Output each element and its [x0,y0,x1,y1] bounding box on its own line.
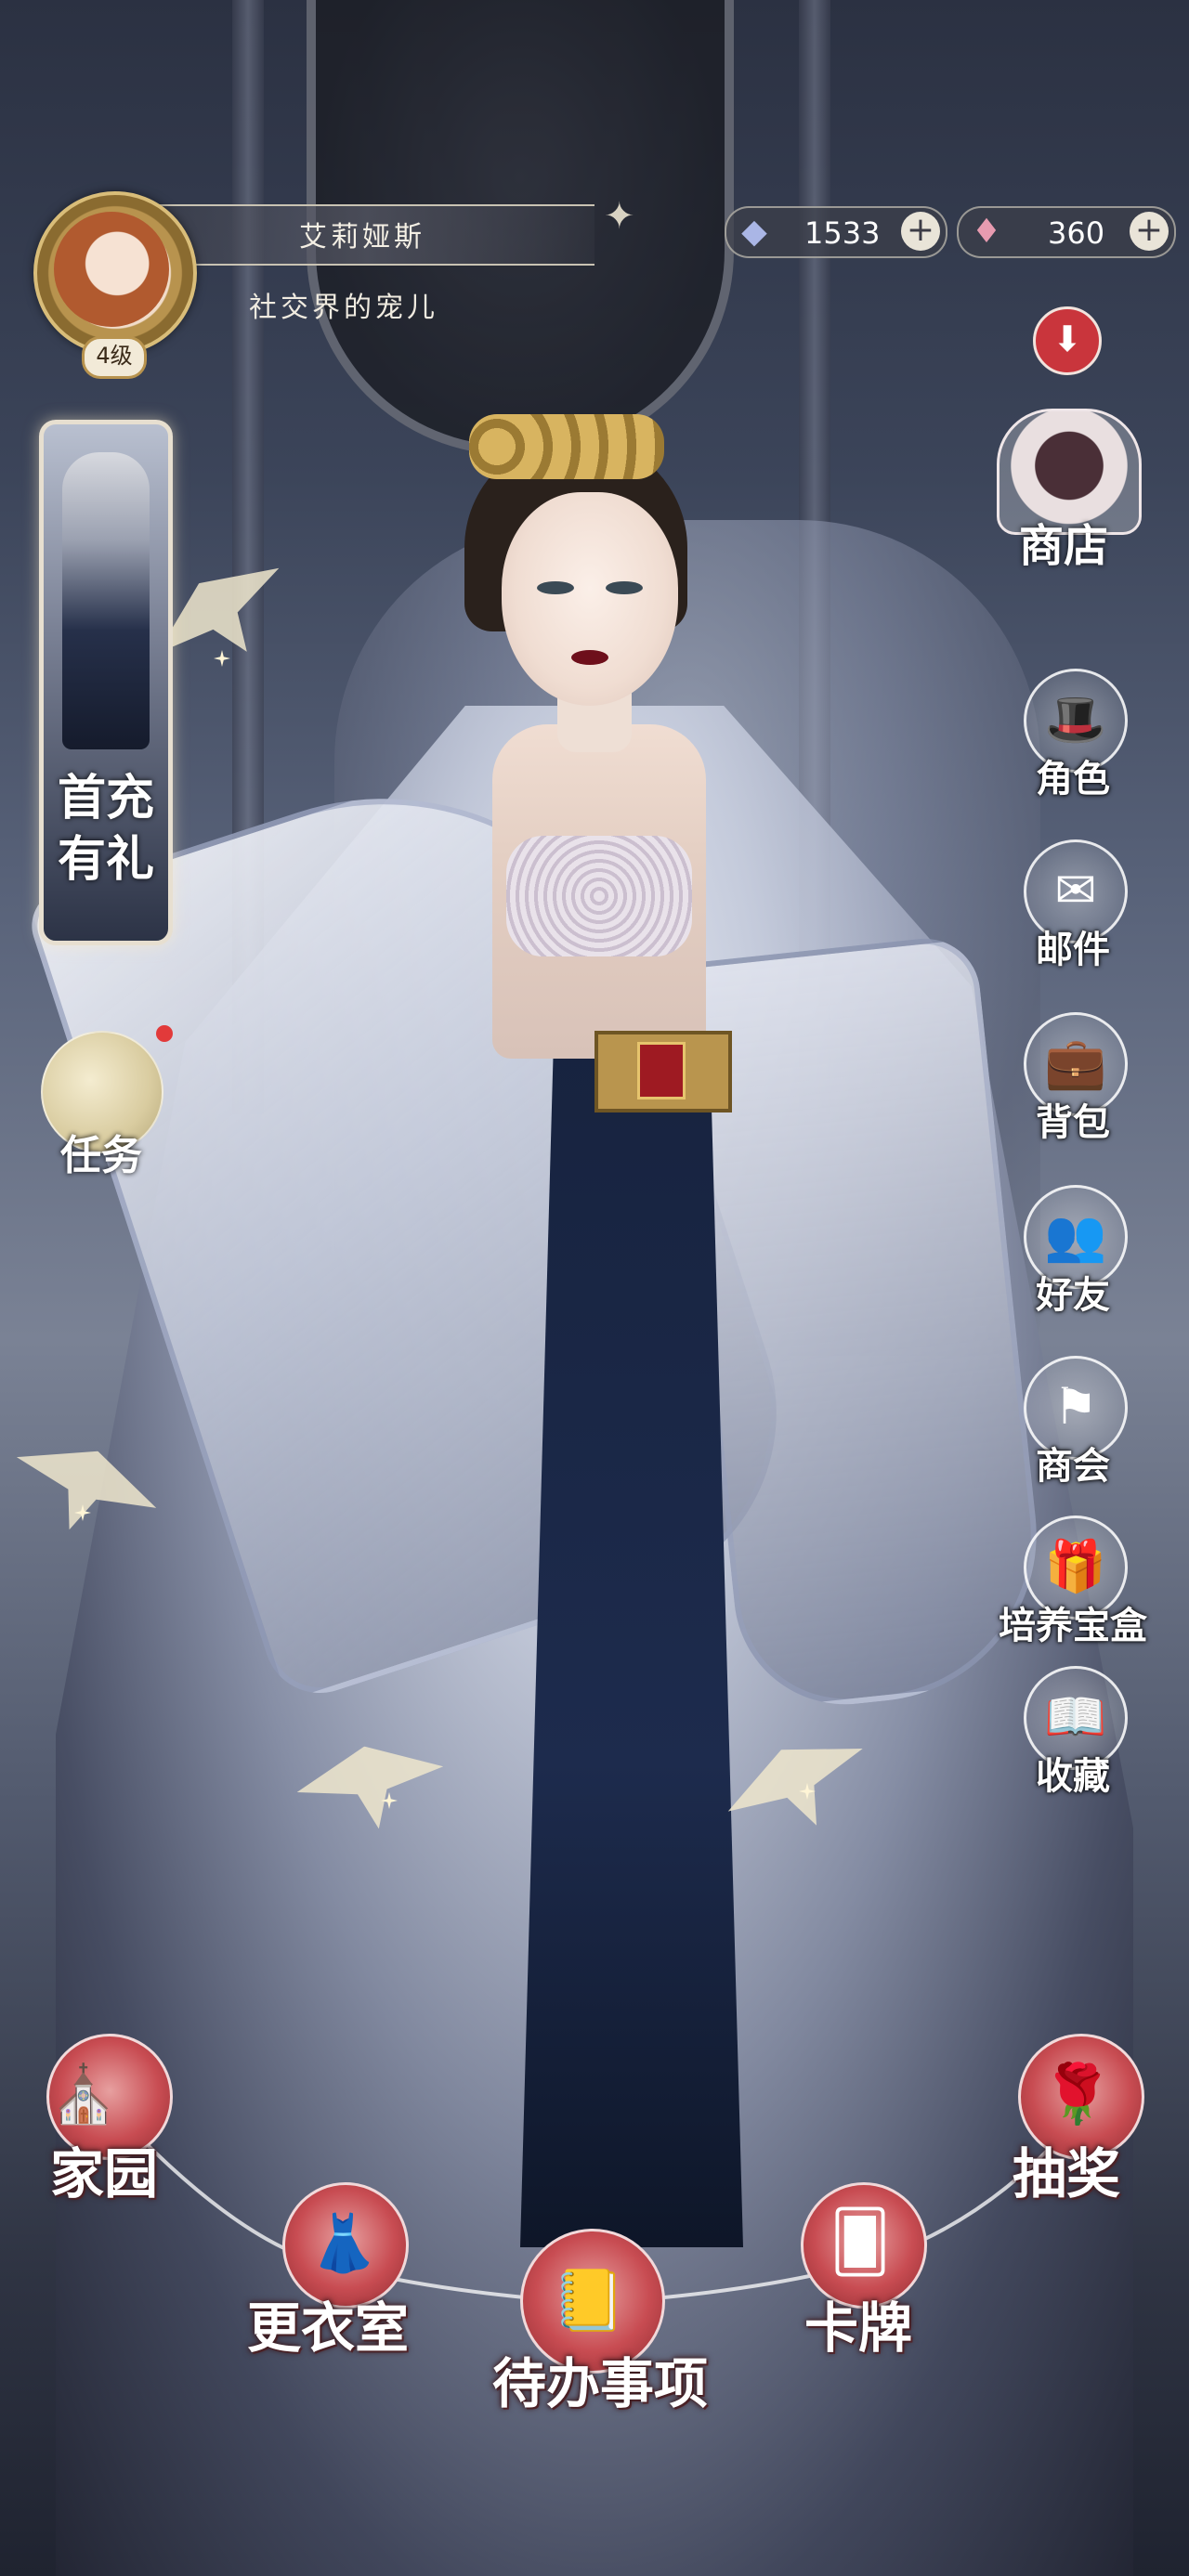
nav-label: 卡牌 [804,2296,913,2360]
nav-label: 家园 [50,2142,159,2205]
nav-todo[interactable]: 📒 待办事项 [492,2229,715,2415]
window-arch-icon: ⛪ [48,2062,119,2127]
nav-wardrobe[interactable]: 👗 更衣室 [242,2182,446,2368]
nav-label: 更衣室 [247,2296,410,2360]
nav-label: 抽奖 [1013,2142,1121,2205]
dress-form-icon: 👗 [308,2211,379,2276]
card-silhouette-icon: 🂠 [830,2208,891,2277]
nav-cards[interactable]: 🂠 卡牌 [790,2182,957,2368]
nav-label: 待办事项 [492,2352,709,2415]
calendar-book-icon: 📒 [552,2267,626,2335]
nav-gacha[interactable]: 🌹 抽奖 [1003,2034,1170,2219]
rose-icon: 🌹 [1041,2060,1114,2127]
nav-home[interactable]: ⛪ 家园 [37,2034,223,2219]
